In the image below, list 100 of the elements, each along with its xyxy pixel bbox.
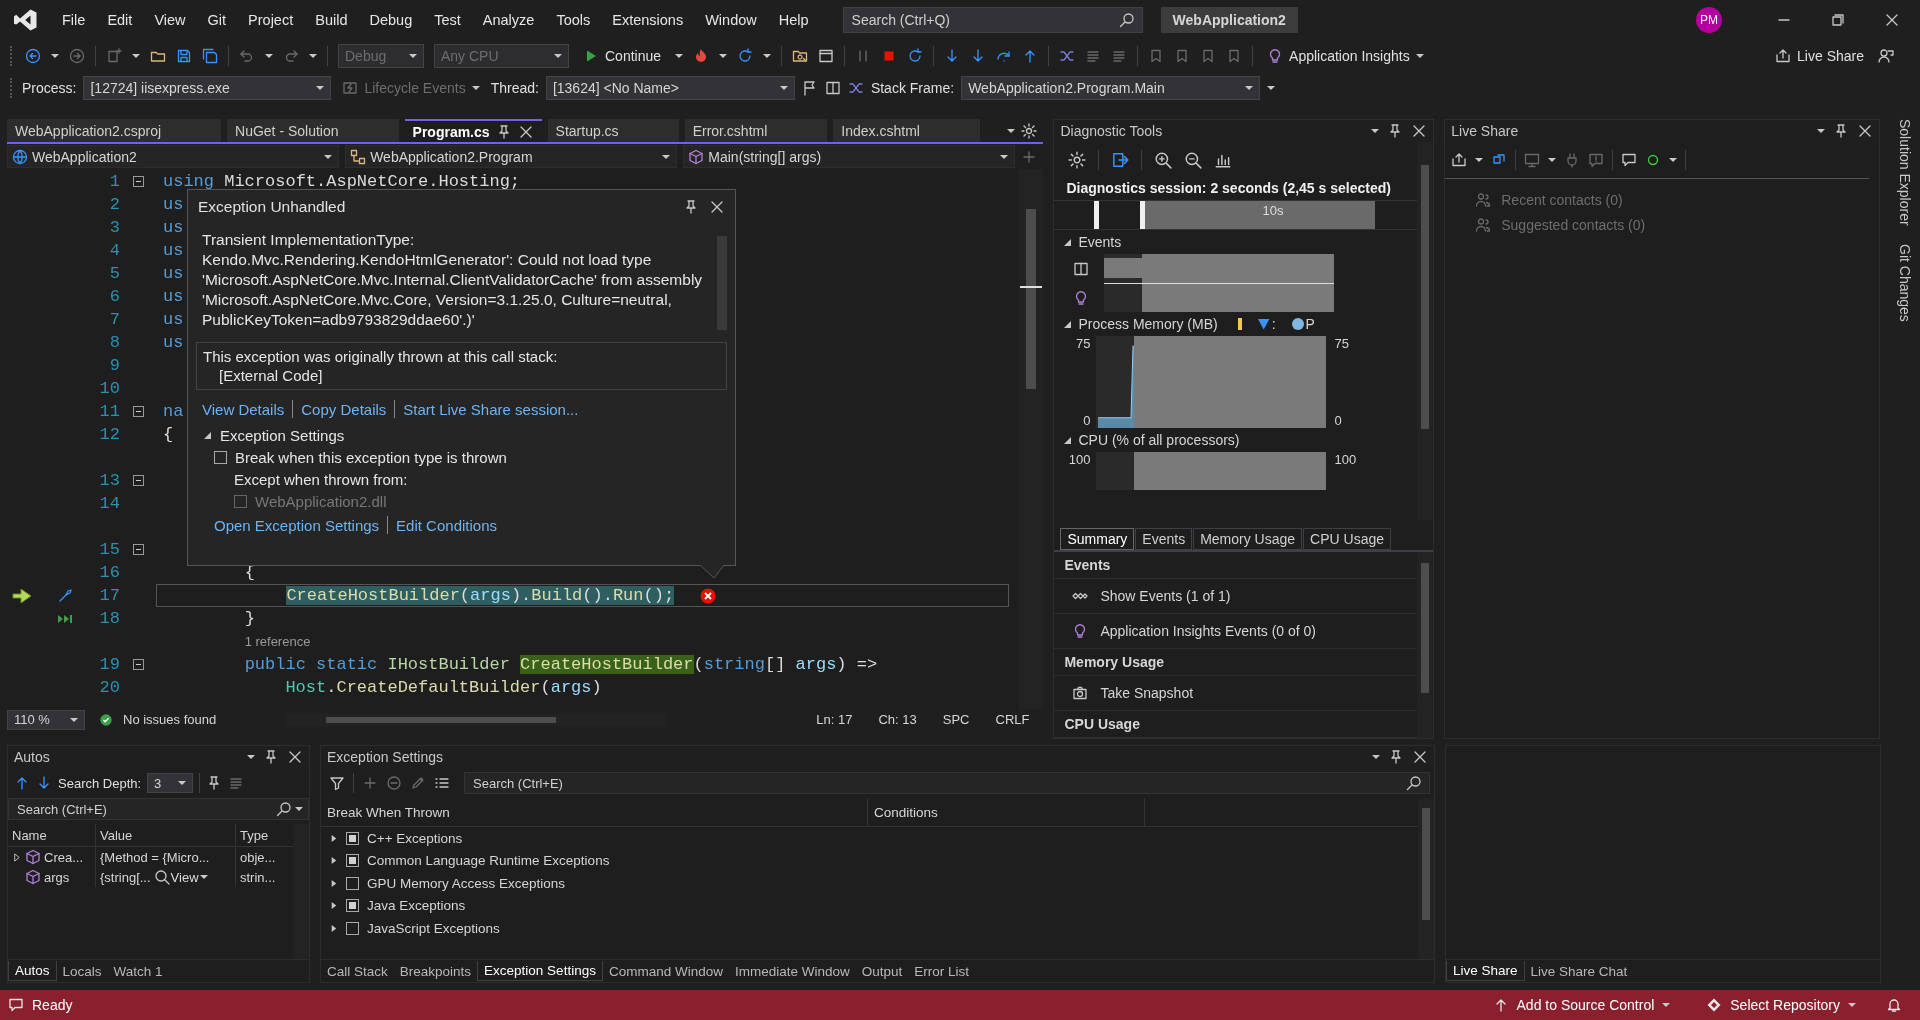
- redo-icon[interactable]: [283, 48, 299, 64]
- comment-icon[interactable]: [8, 997, 24, 1013]
- tab[interactable]: Output: [855, 961, 909, 981]
- column-header[interactable]: Break When Thrown: [321, 798, 868, 826]
- brush-icon[interactable]: [57, 587, 73, 604]
- tab[interactable]: Call Stack: [321, 961, 394, 981]
- search-field[interactable]: Search (Ctrl+E): [8, 798, 309, 820]
- memory-graph[interactable]: [1096, 336, 1327, 428]
- caret-icon[interactable]: [1007, 128, 1016, 133]
- filter-icon[interactable]: [329, 775, 345, 791]
- expand-toggle-icon[interactable]: [202, 430, 212, 440]
- column-header[interactable]: Name: [8, 824, 96, 846]
- feedback-icon[interactable]: [1621, 152, 1638, 168]
- window-icon[interactable]: [818, 48, 835, 64]
- close-icon[interactable]: [1412, 749, 1428, 765]
- popup-link[interactable]: Start Live Share session...: [403, 400, 579, 418]
- expand-icon[interactable]: [329, 923, 338, 933]
- collapse-toggle[interactable]: [132, 544, 144, 555]
- save-icon[interactable]: [176, 48, 192, 64]
- tab[interactable]: Exception Settings: [477, 961, 603, 981]
- bell-icon[interactable]: [1886, 997, 1902, 1013]
- checkbox[interactable]: [346, 876, 359, 890]
- expand-icon[interactable]: [329, 901, 338, 911]
- columns-icon[interactable]: [824, 79, 841, 96]
- menu-item[interactable]: Help: [768, 8, 819, 32]
- menu-item[interactable]: Edit: [97, 8, 143, 32]
- popup-link[interactable]: View Details: [202, 400, 285, 418]
- alert-bubble-icon[interactable]: [1588, 152, 1605, 168]
- line-ending-indicator[interactable]: CRLF: [987, 712, 1038, 727]
- caret-icon[interactable]: [675, 54, 684, 58]
- search-depth-dropdown[interactable]: 3: [147, 773, 194, 793]
- caret-icon[interactable]: [247, 755, 255, 759]
- timeline-ruler[interactable]: 10s: [1145, 201, 1376, 229]
- select-repository-button[interactable]: Select Repository: [1700, 996, 1862, 1014]
- file-tab[interactable]: Program.cs: [404, 119, 542, 142]
- collapse-icon[interactable]: [1062, 435, 1073, 445]
- zoom-out-icon[interactable]: [1184, 151, 1203, 169]
- checkbox[interactable]: [346, 921, 359, 935]
- share-icon[interactable]: [1451, 152, 1468, 168]
- person-icon[interactable]: [1878, 48, 1894, 64]
- view-button[interactable]: View: [153, 869, 208, 885]
- save-all-icon[interactable]: [202, 48, 218, 64]
- collapse-toggle[interactable]: [132, 475, 144, 486]
- navigation-dropdown[interactable]: Main(string[] args): [683, 145, 1016, 168]
- tab[interactable]: Memory Usage: [1193, 528, 1303, 550]
- scrollbar[interactable]: [1019, 169, 1044, 709]
- popup-link[interactable]: Copy Details: [301, 400, 387, 418]
- scrollbar[interactable]: [1417, 552, 1434, 738]
- side-tab[interactable]: Git Changes: [1897, 243, 1913, 322]
- tab[interactable]: Autos: [8, 961, 57, 981]
- menu-item[interactable]: Extensions: [602, 8, 694, 32]
- menu-item[interactable]: Tools: [546, 8, 601, 32]
- menu-item[interactable]: Git: [197, 8, 237, 32]
- caret-icon[interactable]: [309, 54, 317, 58]
- cpu-graph[interactable]: [1096, 452, 1327, 490]
- events-track[interactable]: [1104, 254, 1335, 312]
- tab[interactable]: Error List: [908, 961, 976, 981]
- undo-icon[interactable]: [239, 48, 255, 64]
- caret-icon[interactable]: [1372, 755, 1380, 759]
- zoom-dropdown[interactable]: 110 %: [7, 709, 85, 730]
- caret-icon[interactable]: [1817, 129, 1825, 133]
- continue-button[interactable]: Continue: [579, 46, 666, 66]
- new-item-icon[interactable]: [106, 48, 122, 64]
- tab[interactable]: Live Share Chat: [1524, 961, 1634, 981]
- crossed-lines-icon[interactable]: [1059, 48, 1076, 64]
- gear-icon[interactable]: [1068, 151, 1087, 169]
- restart-icon[interactable]: [737, 48, 754, 64]
- file-tab[interactable]: Error.cshtml: [684, 119, 828, 142]
- search-field[interactable]: Search (Ctrl+E): [464, 772, 1430, 794]
- tab[interactable]: CPU Usage: [1303, 528, 1391, 550]
- references-link[interactable]: 1 reference: [163, 632, 311, 651]
- menu-item[interactable]: Test: [424, 8, 471, 32]
- tab[interactable]: Summary: [1060, 528, 1135, 550]
- caret-icon[interactable]: [1475, 158, 1484, 162]
- caret-icon[interactable]: [719, 54, 728, 58]
- search-field[interactable]: Search (Ctrl+Q): [842, 7, 1143, 33]
- file-tab[interactable]: WebApplication2.csproj: [7, 119, 222, 142]
- file-tab[interactable]: Index.cshtml: [833, 119, 980, 142]
- expand-icon[interactable]: [12, 852, 21, 862]
- tab[interactable]: Command Window: [602, 961, 729, 981]
- export-icon[interactable]: [1111, 151, 1130, 169]
- forward-arrow-icon[interactable]: [69, 48, 85, 64]
- selection-handle[interactable]: [1140, 201, 1146, 229]
- stack-frame-dropdown[interactable]: WebApplication2.Program.Main: [961, 75, 1261, 100]
- collapse-toggle[interactable]: [132, 659, 144, 670]
- navigation-dropdown[interactable]: WebApplication2: [7, 145, 340, 168]
- checklist-icon[interactable]: [434, 775, 450, 791]
- popup-link[interactable]: Open Exception Settings: [214, 516, 380, 534]
- checkbox[interactable]: [346, 831, 359, 845]
- list-item[interactable]: Show Events (1 of 1): [1054, 579, 1418, 614]
- restart-icon[interactable]: [907, 48, 924, 64]
- checkbox[interactable]: [214, 450, 227, 464]
- scrollbar[interactable]: [1417, 142, 1434, 520]
- tab[interactable]: Immediate Window: [728, 961, 856, 981]
- collapse-icon[interactable]: [1062, 319, 1073, 329]
- navigation-dropdown[interactable]: WebApplication2.Program: [345, 145, 678, 168]
- menu-item[interactable]: Debug: [359, 8, 423, 32]
- restore-icon[interactable]: [1830, 12, 1846, 28]
- close-icon[interactable]: [1857, 123, 1873, 139]
- collapse-icon[interactable]: [1062, 237, 1073, 247]
